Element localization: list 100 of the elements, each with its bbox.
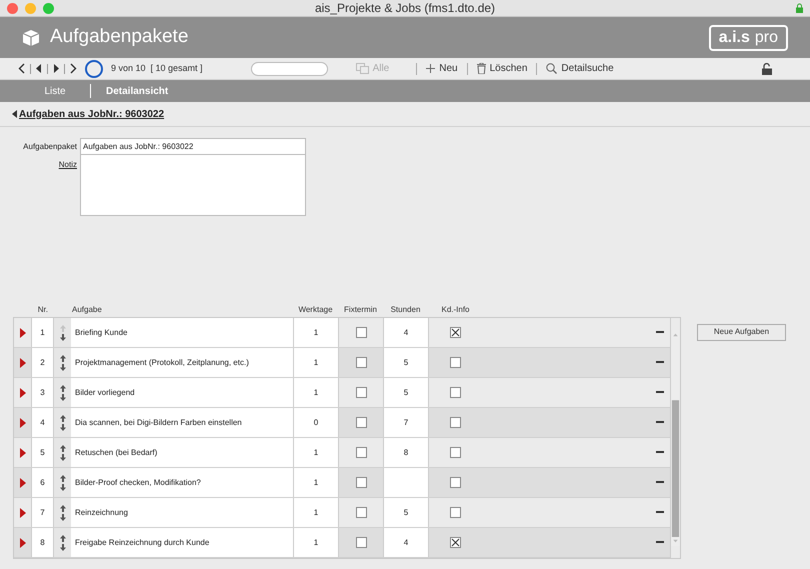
- down-arrow-icon[interactable]: [60, 394, 66, 400]
- days-cell: 1: [294, 378, 339, 407]
- task-cell: Bilder-Proof checken, Modifikation?: [71, 468, 294, 497]
- checkbox[interactable]: [356, 507, 366, 518]
- checkbox[interactable]: [356, 537, 366, 548]
- task-cell: Projektmanagement (Protokoll, Zeitplanung, etc.): [71, 348, 294, 377]
- note-field[interactable]: [80, 155, 306, 216]
- minus-icon[interactable]: [656, 511, 664, 514]
- checkbox[interactable]: [450, 447, 461, 458]
- minus-icon[interactable]: [656, 481, 664, 484]
- down-arrow-icon[interactable]: [60, 454, 66, 460]
- days-cell: 1: [294, 348, 339, 377]
- last-record-icon[interactable]: [70, 63, 77, 74]
- checkbox[interactable]: [356, 357, 366, 368]
- minus-icon[interactable]: [656, 391, 664, 394]
- copy-icon: [356, 63, 369, 74]
- minus-icon[interactable]: [656, 361, 664, 364]
- hours-cell: 4: [384, 528, 429, 557]
- checkbox[interactable]: [450, 477, 461, 488]
- days-cell: 1: [294, 528, 339, 557]
- down-arrow-icon[interactable]: [60, 514, 66, 520]
- hours-cell: 7: [384, 408, 429, 437]
- checkbox[interactable]: [450, 417, 461, 428]
- checkbox[interactable]: [450, 357, 461, 368]
- days-cell: 1: [294, 468, 339, 497]
- logo: a.i.s pro: [708, 24, 788, 50]
- down-arrow-icon[interactable]: [60, 544, 66, 550]
- hours-cell: 5: [384, 378, 429, 407]
- box-icon: [22, 28, 40, 46]
- toolbar-button[interactable]: Detailsuche: [546, 61, 614, 76]
- checkbox[interactable]: [450, 327, 461, 338]
- checkbox[interactable]: [356, 417, 366, 428]
- row-arrow-icon[interactable]: [20, 448, 26, 458]
- hours-cell: 8: [384, 438, 429, 467]
- up-arrow-icon[interactable]: [60, 504, 66, 512]
- task-cell: Briefing Kunde: [71, 318, 294, 347]
- minus-icon[interactable]: [656, 451, 664, 454]
- checkbox[interactable]: [450, 387, 461, 398]
- column-header: Kd.-Info: [440, 304, 470, 316]
- days-cell: 1: [294, 318, 339, 347]
- minus-icon[interactable]: [656, 421, 664, 424]
- toolbar-button[interactable]: Löschen: [476, 61, 528, 76]
- row-arrow-icon[interactable]: [20, 358, 26, 368]
- back-icon[interactable]: [12, 110, 17, 118]
- first-record-icon[interactable]: [18, 63, 25, 74]
- number-cell: 8: [32, 528, 54, 557]
- up-arrow-icon[interactable]: [60, 414, 66, 422]
- minus-icon[interactable]: [656, 541, 664, 544]
- up-arrow-icon[interactable]: [60, 354, 66, 362]
- number-cell: 5: [32, 438, 54, 467]
- padlock-icon[interactable]: [762, 62, 772, 74]
- up-arrow-icon[interactable]: [60, 384, 66, 392]
- row-arrow-icon[interactable]: [20, 508, 26, 518]
- row-arrow-icon[interactable]: [20, 328, 26, 338]
- down-arrow-icon[interactable]: [60, 364, 66, 370]
- row-arrow-icon[interactable]: [20, 388, 26, 398]
- number-cell: 3: [32, 378, 54, 407]
- task-cell: Reinzeichnung: [71, 498, 294, 527]
- task-cell: Retuschen (bei Bedarf): [71, 438, 294, 467]
- row-arrow-icon[interactable]: [20, 538, 26, 548]
- search-icon: [546, 63, 558, 74]
- field-label: Aufgabenpaket: [23, 141, 77, 153]
- previous-record-icon[interactable]: [36, 64, 42, 73]
- minus-icon[interactable]: [656, 331, 664, 334]
- lock-icon: [796, 3, 803, 13]
- row-arrow-icon[interactable]: [20, 478, 26, 488]
- column-header: Nr.: [36, 304, 49, 316]
- next-record-icon[interactable]: [53, 64, 59, 73]
- note-label: Notiz: [58, 159, 77, 171]
- window-title: ais_Projekte & Jobs (fms1.dto.de): [314, 0, 496, 16]
- hours-cell: 4: [384, 318, 429, 347]
- search-field[interactable]: [250, 62, 328, 76]
- breadcrumb-link[interactable]: Aufgaben aus JobNr.: 9603022: [19, 106, 164, 122]
- toolbar-button[interactable]: Neu: [426, 61, 458, 76]
- up-arrow-icon[interactable]: [60, 534, 66, 542]
- down-arrow-icon[interactable]: [60, 484, 66, 490]
- row-arrow-icon[interactable]: [20, 418, 26, 428]
- text-field[interactable]: Aufgaben aus JobNr.: 9603022: [80, 138, 306, 155]
- number-cell: 2: [32, 348, 54, 377]
- number-cell: 4: [32, 408, 54, 437]
- number-cell: 1: [32, 318, 54, 347]
- up-arrow-icon[interactable]: [60, 474, 66, 482]
- checkbox[interactable]: [356, 327, 366, 338]
- new-tasks-button[interactable]: Neue Aufgaben: [697, 324, 786, 340]
- down-arrow-icon[interactable]: [60, 334, 66, 340]
- record-count: 9 von 10 [ 10 gesamt ]: [111, 62, 203, 75]
- scrollbar[interactable]: [670, 318, 680, 558]
- checkbox[interactable]: [450, 507, 461, 518]
- down-arrow-icon[interactable]: [60, 424, 66, 430]
- record-slider-handle[interactable]: [85, 60, 103, 78]
- checkbox[interactable]: [450, 537, 461, 548]
- column-header: Aufgabe: [71, 304, 103, 316]
- hours-cell: 5: [384, 348, 429, 377]
- checkbox[interactable]: [356, 477, 366, 488]
- checkbox[interactable]: [356, 387, 366, 398]
- task-cell: Dia scannen, bei Digi-Bildern Farben einstellen: [71, 408, 294, 437]
- checkbox[interactable]: [356, 447, 366, 458]
- column-header: Stunden: [390, 304, 422, 316]
- days-cell: 0: [294, 408, 339, 437]
- up-arrow-icon[interactable]: [60, 444, 66, 452]
